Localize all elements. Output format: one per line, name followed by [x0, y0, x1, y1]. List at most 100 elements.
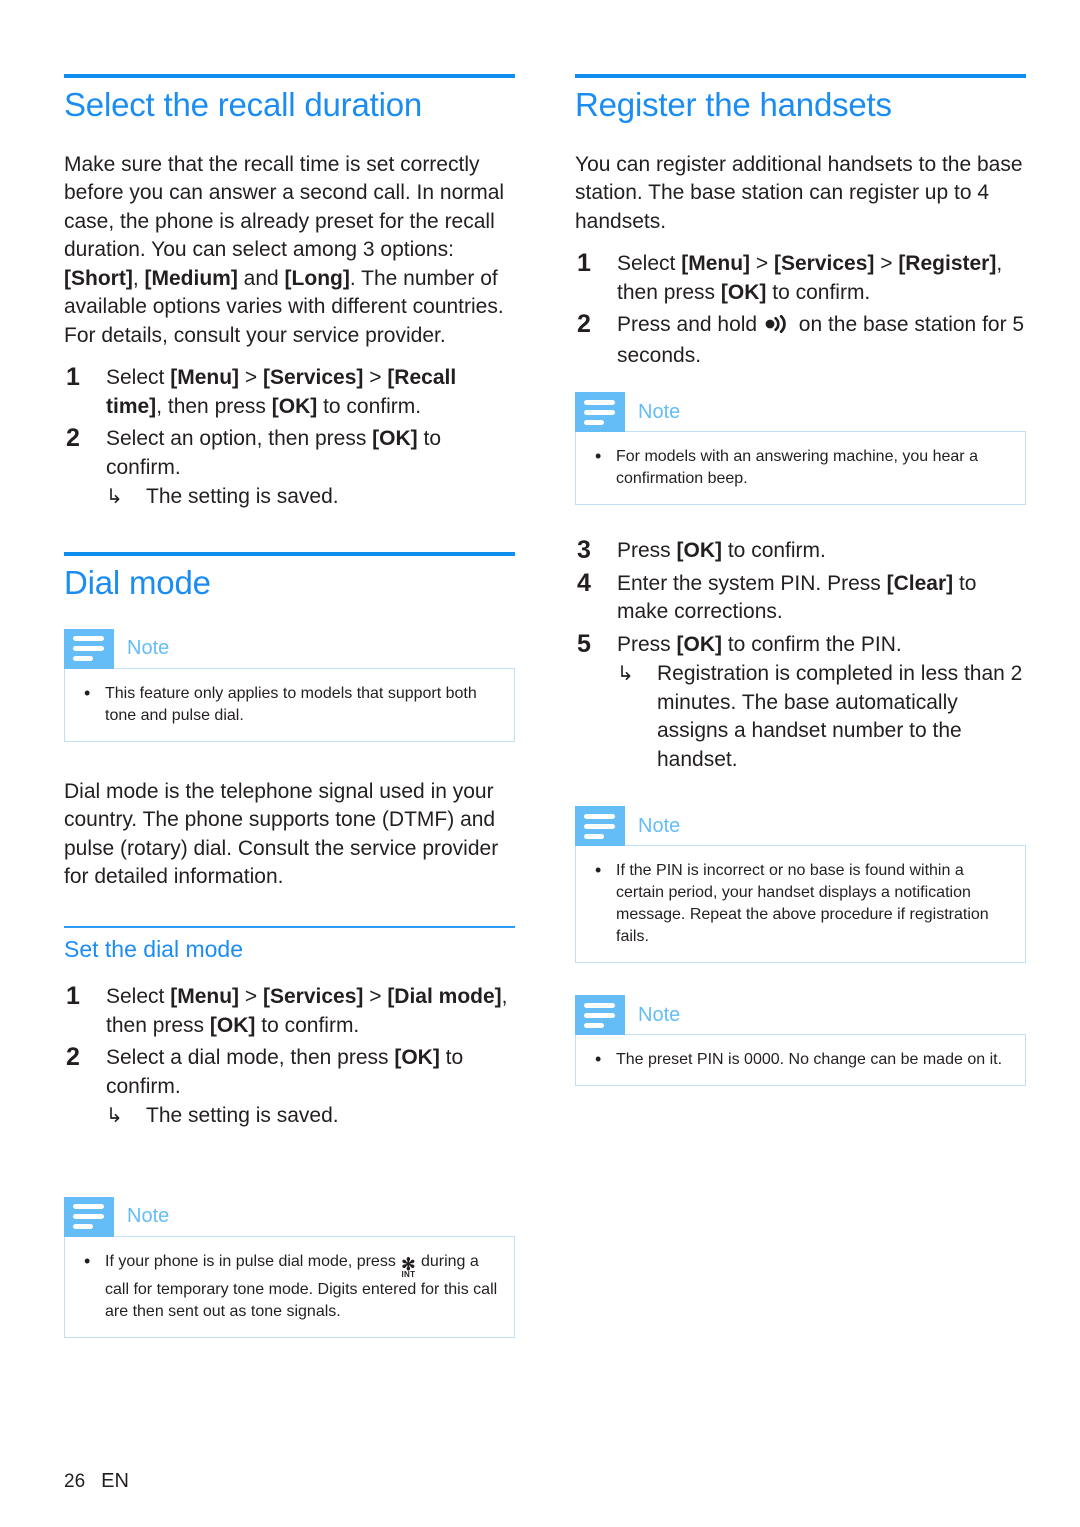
step-number: 1: [66, 363, 80, 392]
gt-1: >: [239, 985, 263, 1009]
step-item: 2 Select an option, then press [OK] to co…: [64, 424, 515, 512]
note-content: • If your phone is in pulse dial mode, pr…: [64, 1235, 515, 1338]
register-token: [Register]: [898, 252, 997, 276]
note-label: Note: [127, 637, 170, 660]
note-item-text: This feature only applies to models that…: [105, 684, 477, 724]
note-item-text: If the PIN is incorrect or no base is fo…: [616, 862, 989, 946]
note-items: • For models with an answering machine, y…: [590, 446, 1009, 490]
note-box-dial-mode: Note • This feature only applies to model…: [64, 628, 515, 742]
option-long: [Long]: [284, 266, 350, 290]
ok-token: [OK]: [372, 427, 418, 451]
register-paragraph: You can register additional handsets to …: [575, 152, 1023, 233]
note-content: • This feature only applies to models tha…: [64, 667, 515, 742]
step-text-c: to confirm.: [722, 539, 826, 563]
substep-text: Registration is completed in less than 2…: [657, 662, 1023, 771]
substep-result: ↳ Registration is completed in less than …: [617, 660, 1026, 774]
section-heading-dial-mode: Dial mode: [64, 551, 515, 603]
step-number: 4: [577, 568, 591, 597]
gt-1: >: [239, 366, 263, 390]
dial-mode-token: [Dial mode]: [387, 985, 502, 1009]
page-title-register-handsets: Register the handsets: [575, 86, 892, 123]
note-items: • If the PIN is incorrect or no base is f…: [590, 860, 1009, 948]
note-header: Note: [64, 628, 515, 669]
note-label: Note: [638, 400, 681, 423]
step-item: 3 Press [OK] to confirm.: [575, 536, 1026, 566]
step-text-c: to confirm.: [255, 1013, 360, 1037]
note-item-text: For models with an answering machine, yo…: [616, 448, 978, 488]
step-text-a: Press: [617, 632, 677, 656]
step-text-a: Press and hold: [617, 313, 763, 337]
dial-mode-paragraph: Dial mode is the telephone signal used i…: [64, 779, 499, 889]
manual-page: Select the recall duration Make sure tha…: [0, 0, 1080, 1527]
heading-rule: [575, 74, 1026, 78]
bullet-icon: •: [595, 446, 602, 467]
step-item: 1 Select [Menu] > [Services] > [Dial mode…: [64, 982, 515, 1040]
ok-token: [OK]: [676, 539, 723, 563]
ok-token: [OK]: [720, 280, 767, 304]
gt-2: >: [363, 985, 388, 1009]
bullet-icon: •: [84, 682, 91, 703]
star-int-key-icon: ✻ INT: [401, 1256, 416, 1279]
bullet-icon: •: [595, 1049, 602, 1070]
step-item: 2 Press and hold on the base station for …: [575, 310, 1026, 370]
note-icon: [575, 392, 625, 433]
gt-2: >: [363, 366, 388, 390]
steps-list-register-top: 1 Select [Menu] > [Services] > [Register]…: [575, 249, 1026, 370]
page-title-recall-duration: Select the recall duration: [64, 86, 423, 123]
note-icon: [575, 806, 625, 847]
result-arrow-icon: ↳: [617, 663, 634, 686]
page-title-dial-mode: Dial mode: [64, 563, 211, 601]
note-header: Note: [575, 995, 1026, 1036]
note-item: • The preset PIN is 0000. No change can b…: [590, 1049, 1009, 1071]
substep-text: The setting is saved.: [146, 485, 339, 509]
note-items: • If your phone is in pulse dial mode, pr…: [79, 1251, 498, 1323]
substep-result: ↳ The setting is saved.: [106, 1102, 515, 1131]
step-number: 2: [577, 310, 591, 339]
subsection-heading-set-dial-mode: Set the dial mode: [64, 925, 515, 964]
option-medium: [Medium]: [144, 266, 238, 290]
substep-result: ↳ The setting is saved.: [106, 483, 515, 512]
note-label: Note: [127, 1205, 170, 1228]
services-token: [Services]: [262, 985, 364, 1009]
result-arrow-icon: ↳: [106, 1105, 123, 1128]
language-code: EN: [101, 1470, 129, 1492]
two-column-layout: Select the recall duration Make sure tha…: [64, 74, 1026, 1344]
note-icon: [575, 995, 625, 1036]
step-item: 5 Press [OK] to confirm the PIN. ↳ Registr…: [575, 630, 1026, 775]
left-column: Select the recall duration Make sure tha…: [64, 74, 515, 1344]
step-number: 2: [66, 424, 80, 453]
note-item: • If the PIN is incorrect or no base is f…: [590, 860, 1009, 948]
step-item: 1 Select [Menu] > [Services] > [Register]…: [575, 249, 1026, 307]
note-box-answering-machine: Note • For models with an answering machi…: [575, 392, 1026, 506]
note-item: • This feature only applies to models tha…: [79, 683, 498, 727]
note-content: • The preset PIN is 0000. No change can b…: [575, 1034, 1026, 1087]
note-icon: [64, 628, 114, 669]
option-short: [Short]: [64, 266, 133, 290]
step-text-c: to confirm.: [317, 394, 422, 418]
menu-token: [Menu]: [681, 252, 751, 276]
note-header: Note: [575, 392, 1026, 433]
menu-token: [Menu]: [170, 366, 240, 390]
step-item: 2 Select a dial mode, then press [OK] to …: [64, 1043, 515, 1131]
step-number: 3: [577, 536, 591, 565]
ok-token: [OK]: [676, 632, 723, 656]
gt-2: >: [874, 252, 899, 276]
step-text-a: Select an option, then press: [106, 427, 373, 451]
note-items: • The preset PIN is 0000. No change can b…: [590, 1049, 1009, 1071]
step-text-c: to confirm the PIN.: [722, 632, 902, 656]
section-heading-recall-duration: Select the recall duration: [64, 74, 515, 125]
int-label: INT: [401, 1269, 416, 1279]
note-item-text: The preset PIN is 0000. No change can be…: [616, 1051, 1003, 1069]
heading-rule: [64, 74, 515, 78]
note-label: Note: [638, 814, 681, 837]
note-header: Note: [575, 806, 1026, 847]
step-number: 1: [577, 249, 591, 278]
subheading-rule: [64, 925, 515, 928]
ok-token: [OK]: [271, 394, 318, 418]
clear-token: [Clear]: [886, 571, 954, 595]
steps-list-register-bottom: 3 Press [OK] to confirm. 4 Enter the syste…: [575, 536, 1026, 775]
intro-paragraph-recall: Make sure that the recall time is set co…: [64, 151, 515, 351]
page-number: 26: [64, 1471, 86, 1492]
step-text-a: Enter the system PIN. Press: [617, 571, 887, 595]
